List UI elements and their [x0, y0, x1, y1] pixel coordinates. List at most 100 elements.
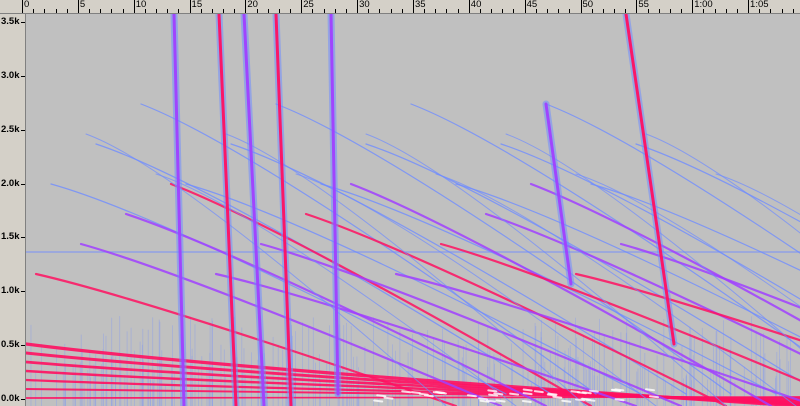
- spectral-peak: [553, 397, 561, 398]
- frequency-label: 0.0k: [1, 394, 20, 404]
- ruler-minor-tick: [368, 9, 369, 13]
- harmonic-curve: [366, 144, 800, 394]
- spectral-peak: [523, 401, 531, 402]
- ruler-minor-tick: [648, 9, 649, 13]
- ruler-minor-tick: [703, 9, 704, 13]
- frequency-tick: [21, 399, 25, 400]
- spectral-peak: [646, 389, 654, 390]
- spectral-peak: [583, 392, 591, 393]
- ruler-major-tick: [190, 0, 191, 13]
- ruler-minor-tick: [67, 9, 68, 13]
- spectral-peak: [374, 401, 382, 402]
- spectral-peak: [481, 401, 489, 402]
- frequency-label: 1.5k: [1, 232, 20, 242]
- ruler-minor-tick: [223, 9, 224, 13]
- frequency-axis: 3.5k 3.0k 2.5k 2.0k 1.5k 1.0k 0.5k 0.0k: [0, 14, 26, 406]
- glissando-line: [219, 14, 236, 406]
- ruler-minor-tick: [681, 9, 682, 13]
- ruler-major-tick: [413, 0, 414, 13]
- ruler-minor-tick: [279, 9, 280, 13]
- ruler-minor-tick: [770, 9, 771, 13]
- spectral-peak: [524, 393, 532, 394]
- ruler-minor-tick: [212, 9, 213, 13]
- ruler-minor-tick: [156, 9, 157, 13]
- spectral-peak: [510, 394, 518, 395]
- ruler-major-tick: [301, 0, 302, 13]
- spectral-peak: [524, 390, 532, 391]
- ruler-minor-tick: [379, 9, 380, 13]
- ruler-minor-tick: [290, 9, 291, 13]
- ruler-minor-tick: [659, 9, 660, 13]
- ruler-major-tick: [692, 0, 693, 13]
- ruler-minor-tick: [446, 9, 447, 13]
- ruler-minor-tick: [782, 9, 783, 13]
- glissando-line: [546, 104, 571, 284]
- ruler-minor-tick: [547, 9, 548, 13]
- frequency-label: 3.0k: [1, 71, 20, 81]
- spectral-peak: [488, 390, 496, 391]
- ruler-minor-tick: [726, 9, 727, 13]
- spectral-peak: [420, 394, 428, 395]
- spectral-peak: [616, 399, 624, 400]
- ruler-minor-tick: [335, 9, 336, 13]
- spectral-peak: [497, 401, 505, 402]
- spectral-peak: [548, 395, 556, 396]
- ruler-major-tick: [22, 0, 23, 13]
- ruler-major-tick: [245, 0, 246, 13]
- ruler-minor-tick: [558, 9, 559, 13]
- frequency-label: 1.0k: [1, 286, 20, 296]
- spectral-peak: [425, 395, 433, 396]
- ruler-minor-tick: [614, 9, 615, 13]
- ruler-minor-tick: [458, 9, 459, 13]
- ruler-minor-tick: [201, 9, 202, 13]
- spectral-peak: [494, 393, 502, 394]
- frequency-label: 2.5k: [1, 125, 20, 135]
- ruler-minor-tick: [178, 9, 179, 13]
- ruler-minor-tick: [502, 9, 503, 13]
- spectral-peak: [468, 395, 476, 396]
- ruler-major-tick: [134, 0, 135, 13]
- ruler-minor-tick: [402, 9, 403, 13]
- ruler-minor-tick: [33, 9, 34, 13]
- ruler-minor-tick: [268, 9, 269, 13]
- ruler-minor-tick: [324, 9, 325, 13]
- ruler-minor-tick: [123, 9, 124, 13]
- spectral-peak: [615, 389, 623, 390]
- ruler-minor-tick: [435, 9, 436, 13]
- ruler-minor-tick: [536, 9, 537, 13]
- ruler-minor-tick: [513, 9, 514, 13]
- frequency-tick: [21, 76, 25, 77]
- ruler-minor-tick: [424, 9, 425, 13]
- ruler-minor-tick: [793, 9, 794, 13]
- spectrogram-view[interactable]: [26, 14, 800, 406]
- spectral-peak: [586, 400, 594, 401]
- ruler-label: 0: [24, 0, 29, 10]
- timeline-ruler[interactable]: 05101520253035404550551:001:051:1: [0, 0, 800, 14]
- ruler-major-tick: [748, 0, 749, 13]
- spectral-peak: [489, 395, 497, 396]
- harmonic-curve: [26, 397, 800, 398]
- ruler-minor-tick: [670, 9, 671, 13]
- frequency-tick: [21, 291, 25, 292]
- frequency-tick: [21, 237, 25, 238]
- ruler-minor-tick: [391, 9, 392, 13]
- spectral-peak: [377, 395, 385, 396]
- ruler-major-tick: [357, 0, 358, 13]
- spectral-peak: [535, 391, 543, 392]
- spectral-peak: [650, 396, 658, 397]
- ruler-major-tick: [525, 0, 526, 13]
- ruler-minor-tick: [625, 9, 626, 13]
- harmonic-curve: [716, 174, 800, 406]
- ruler-minor-tick: [111, 9, 112, 13]
- spectral-peak: [402, 391, 410, 392]
- spectral-peak: [562, 401, 570, 402]
- ruler-minor-tick: [44, 9, 45, 13]
- ruler-minor-tick: [592, 9, 593, 13]
- spectral-peak: [590, 391, 598, 392]
- ruler-minor-tick: [491, 9, 492, 13]
- ruler-major-tick: [469, 0, 470, 13]
- ruler-minor-tick: [312, 9, 313, 13]
- ruler-major-tick: [78, 0, 79, 13]
- ruler-minor-tick: [737, 9, 738, 13]
- ruler-minor-tick: [145, 9, 146, 13]
